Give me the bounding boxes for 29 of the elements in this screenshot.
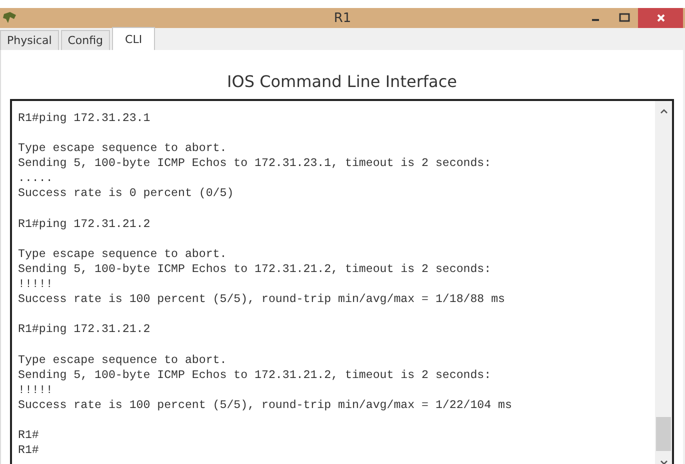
console-line: Success rate is 0 percent (0/5) [18, 186, 235, 202]
console-line: Sending 5, 100-byte ICMP Echos to 172.31.23.1, timeout is 2 seconds: [18, 156, 492, 172]
console-line: Type escape sequence to abort. [18, 246, 228, 262]
console-line: Success rate is 100 percent (5/5), round-trip min/avg/max = 1/22/104 ms [18, 398, 513, 413]
console-line: R1#ping 172.31.21.2 [18, 216, 152, 232]
scrollbar[interactable] [655, 101, 672, 464]
console-line: Sending 5, 100-byte ICMP Echos to 172.31.21.2, timeout is 2 seconds: [18, 262, 492, 278]
console-line: R1#ping 172.31.23.1 [18, 111, 152, 126]
app-icon [2, 11, 18, 25]
window-title: R1 [334, 10, 352, 26]
console-line: R1#ping 172.31.21.2 [18, 322, 152, 338]
panel-heading: IOS Command Line Interface [226, 71, 458, 93]
console-line: !!!!! [18, 382, 54, 398]
console-line: !!!!! [18, 277, 54, 292]
tab[interactable]: CLI [112, 27, 156, 50]
console-line: Type escape sequence to abort. [18, 352, 228, 368]
console-line: R1# [18, 428, 40, 444]
tab[interactable]: Physical [0, 30, 59, 50]
maximize-icon [618, 13, 630, 23]
tab[interactable]: Config [60, 30, 110, 50]
console-line: R1# [18, 443, 40, 458]
scroll-up-icon[interactable] [658, 107, 668, 115]
close-icon [656, 13, 666, 23]
console-line: ..... [18, 171, 54, 186]
console-line: Type escape sequence to abort. [18, 141, 228, 156]
console-line: Sending 5, 100-byte ICMP Echos to 172.31.21.2, timeout is 2 seconds: [18, 368, 492, 383]
close-button[interactable] [638, 8, 683, 28]
console-line: Success rate is 100 percent (5/5), round-trip min/avg/max = 1/18/88 ms [18, 292, 506, 308]
scroll-thumb[interactable] [656, 417, 671, 452]
